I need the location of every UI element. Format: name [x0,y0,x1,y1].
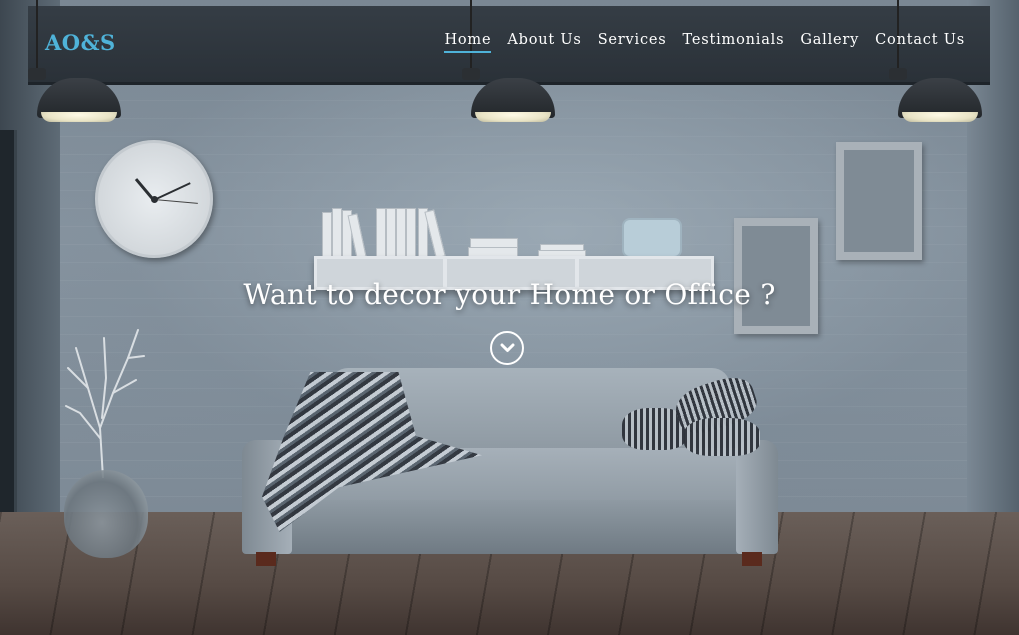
nav-link-contact-us[interactable]: Contact Us [875,32,965,53]
striped-pillow [684,418,760,456]
sofa-leg [742,552,762,566]
sofa-base [250,500,774,554]
nav-link-home[interactable]: Home [444,32,492,53]
hero-headline: Want to decor your Home or Office ? [243,278,776,311]
glass-vase [64,470,148,558]
decorative-branches [65,329,145,478]
picture-frame-top [836,142,922,260]
wall-clock [95,140,213,258]
nav-menu: Home About Us Services Testimonials Gall… [428,32,965,53]
scroll-down-button[interactable] [490,331,524,365]
nav-link-about-us[interactable]: About Us [507,32,581,53]
window-frame [0,130,17,525]
sofa-arm-right [736,440,778,554]
nav-link-gallery[interactable]: Gallery [800,32,859,53]
chevron-down-icon [500,343,515,352]
hero-section: AO&S Home About Us Services Testimonials… [0,0,1019,635]
nav-link-services[interactable]: Services [598,32,667,53]
top-navbar: AO&S Home About Us Services Testimonials… [28,6,990,76]
picture-frame-bottom [734,218,818,334]
sofa-leg [256,552,276,566]
brand-logo[interactable]: AO&S [45,30,116,55]
nav-link-testimonials[interactable]: Testimonials [683,32,785,53]
radio-ornament [622,218,682,258]
